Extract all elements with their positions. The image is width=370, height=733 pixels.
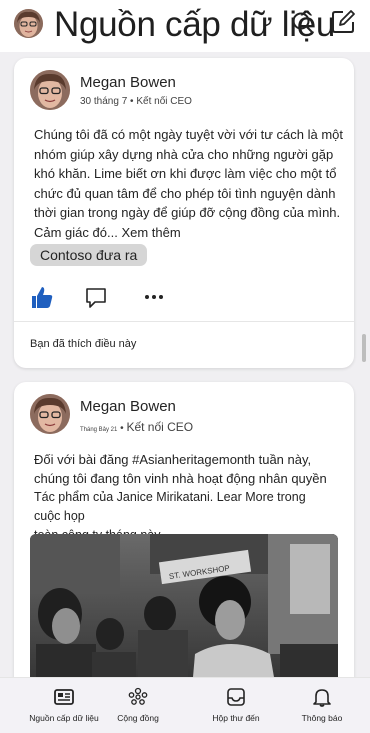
- tab-inbox[interactable]: Hộp thư đến: [196, 678, 276, 733]
- liked-status: Bạn đã thích điều này: [30, 338, 137, 350]
- bottom-tab-bar: Nguồn cấp dữ liệu Cộng đồng Hộp thư đến …: [0, 677, 370, 733]
- post-date: Tháng Bảy 21: [80, 427, 118, 433]
- scrollbar[interactable]: [362, 334, 366, 362]
- post-text: Chúng tôi đã có một ngày tuyệt vời với t…: [34, 127, 344, 240]
- more-options-icon[interactable]: [142, 284, 166, 310]
- tab-label: Thông báo: [301, 713, 343, 723]
- tab-label: Nguồn cấp dữ liệu: [29, 713, 99, 723]
- bell-icon: [311, 686, 333, 708]
- tab-notifications[interactable]: Thông báo: [282, 678, 362, 733]
- tab-community[interactable]: Cộng đồng: [98, 678, 178, 733]
- post-line: Tác phẩm của Janice Mirikatani. Lear Mor…: [34, 490, 306, 523]
- post-line: Đối với bài đăng #Asianheritagemonth tuầ…: [34, 452, 312, 467]
- feed-icon: [53, 686, 75, 708]
- divider: [14, 321, 354, 322]
- post-card[interactable]: Megan Bowen 30 tháng 7 • Kết nối CEO Chú…: [14, 58, 354, 368]
- see-more-link[interactable]: Xem thêm: [121, 225, 180, 240]
- comment-icon[interactable]: [84, 284, 108, 310]
- author-avatar[interactable]: [30, 70, 70, 110]
- post-card[interactable]: Megan Bowen Tháng Bảy 21 • Kết nối CEO Đ…: [14, 382, 354, 677]
- community-link[interactable]: Kết nối CEO: [126, 420, 193, 434]
- inbox-icon: [225, 686, 247, 708]
- app-header: Nguồn cấp dữ liệu: [0, 0, 370, 52]
- feed[interactable]: Megan Bowen 30 tháng 7 • Kết nối CEO Chú…: [0, 52, 370, 677]
- community-link[interactable]: Kết nối CEO: [136, 96, 192, 107]
- post-body: Chúng tôi đã có một ngày tuyệt vời với t…: [34, 125, 356, 242]
- meta-separator: •: [130, 96, 134, 107]
- topic-tag[interactable]: Contoso đưa ra: [30, 244, 148, 266]
- meta-separator: •: [120, 423, 124, 434]
- author-avatar[interactable]: [30, 394, 70, 434]
- post-meta: Tháng Bảy 21 • Kết nối CEO: [80, 420, 193, 434]
- post-photo[interactable]: ST. WORKSHOP: [30, 534, 338, 677]
- post-line: chúng tôi đang tôn vinh nhà hoạt động nh…: [34, 471, 327, 486]
- user-avatar[interactable]: [14, 9, 43, 38]
- post-meta: 30 tháng 7 • Kết nối CEO: [80, 96, 192, 107]
- author-name[interactable]: Megan Bowen: [80, 74, 176, 91]
- search-icon[interactable]: [290, 10, 316, 36]
- tab-label: Cộng đồng: [117, 713, 159, 723]
- compose-icon[interactable]: [330, 9, 356, 35]
- tab-feed[interactable]: Nguồn cấp dữ liệu: [18, 678, 110, 733]
- author-name[interactable]: Megan Bowen: [80, 398, 176, 415]
- post-date: 30 tháng 7: [80, 96, 128, 107]
- post-body: Đối với bài đăng #Asianheritagemonth tuầ…: [34, 450, 334, 545]
- community-icon: [127, 686, 149, 708]
- tab-label: Hộp thư đến: [212, 713, 260, 723]
- post-actions: [14, 280, 354, 316]
- like-icon[interactable]: [30, 284, 54, 310]
